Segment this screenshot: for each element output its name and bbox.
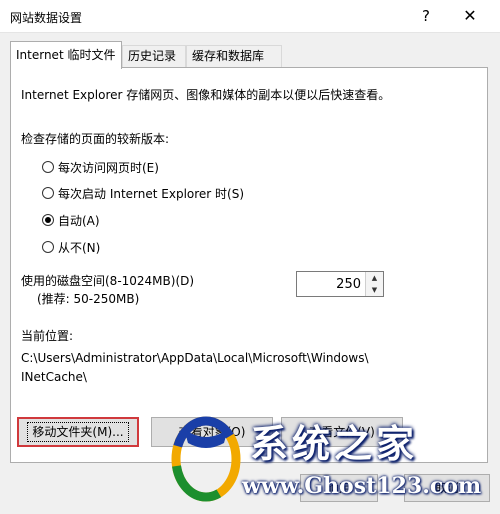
stepper-arrows: ▲ ▼ bbox=[365, 272, 383, 296]
radio-button[interactable] bbox=[42, 241, 54, 253]
radio-button[interactable] bbox=[42, 161, 54, 173]
radio-button-selected[interactable] bbox=[42, 214, 54, 226]
stepper-up-icon[interactable]: ▲ bbox=[366, 272, 383, 284]
stepper-down-icon[interactable]: ▼ bbox=[366, 284, 383, 296]
disk-space-value[interactable]: 250 bbox=[336, 277, 361, 292]
watermark-title: 系统之家 bbox=[250, 421, 419, 466]
disk-space-recommendation: (推荐: 50-250MB) bbox=[37, 292, 140, 306]
tab-label: 历史记录 bbox=[128, 49, 177, 63]
radio-button[interactable] bbox=[42, 187, 54, 199]
help-button[interactable]: ? bbox=[416, 6, 436, 26]
radio-label[interactable]: 从不(N) bbox=[58, 239, 100, 256]
check-heading: 检查存储的页面的较新版本: bbox=[21, 132, 170, 146]
disk-space-stepper[interactable]: 250 ▲ ▼ bbox=[296, 271, 384, 297]
tab-temporary-internet-files[interactable]: Internet 临时文件 bbox=[10, 41, 122, 69]
watermark: 系统之家 www.Ghost123.com bbox=[150, 403, 500, 514]
tab-label: 缓存和数据库 bbox=[192, 49, 265, 63]
radio-label[interactable]: 每次启动 Internet Explorer 时(S) bbox=[58, 185, 244, 202]
watermark-logo-icon bbox=[171, 416, 241, 502]
location-path-line1: C:\Users\Administrator\AppData\Local\Mic… bbox=[21, 351, 369, 365]
location-path-line2: INetCache\ bbox=[21, 370, 87, 384]
title-bar: 网站数据设置 ? ✕ bbox=[0, 0, 500, 33]
window-title: 网站数据设置 bbox=[10, 11, 83, 25]
description-text: Internet Explorer 存储网页、图像和媒体的副本以便以后快速查看。 bbox=[21, 88, 391, 102]
radio-dot bbox=[45, 217, 51, 223]
tab-history[interactable]: 历史记录 bbox=[122, 45, 186, 67]
radio-label[interactable]: 自动(A) bbox=[58, 212, 100, 229]
location-heading: 当前位置: bbox=[21, 329, 74, 343]
close-button[interactable]: ✕ bbox=[458, 5, 482, 27]
watermark-url: www.Ghost123.com bbox=[242, 473, 482, 499]
move-folder-label[interactable]: 移动文件夹(M)... bbox=[27, 422, 129, 442]
move-folder-button[interactable]: 移动文件夹(M)... bbox=[17, 417, 139, 447]
tab-label: Internet 临时文件 bbox=[16, 48, 116, 62]
tab-strip: Internet 临时文件 历史记录 缓存和数据库 bbox=[10, 41, 490, 69]
tab-caches-and-databases[interactable]: 缓存和数据库 bbox=[186, 45, 282, 67]
disk-space-label: 使用的磁盘空间(8-1024MB)(D) bbox=[21, 274, 195, 288]
radio-label[interactable]: 每次访问网页时(E) bbox=[58, 159, 159, 176]
